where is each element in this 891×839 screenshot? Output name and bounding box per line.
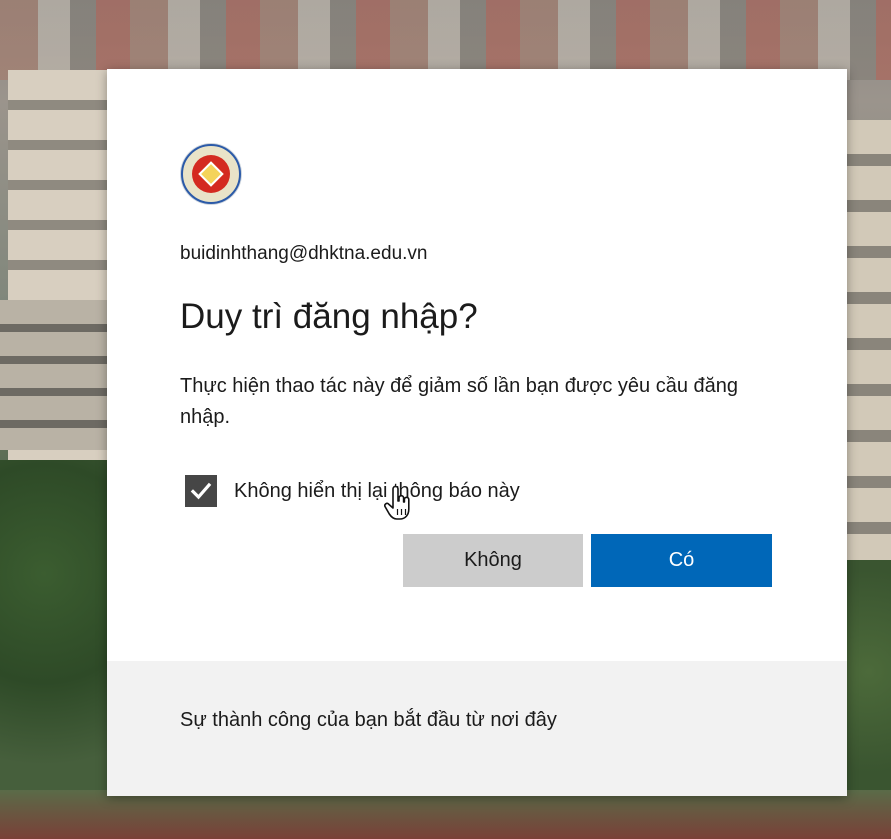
dialog-footer: Sự thành công của bạn bắt đầu từ nơi đây: [107, 661, 847, 796]
dialog-description: Thực hiện thao tác này để giảm số lần bạ…: [180, 375, 739, 428]
background-building-right: [846, 120, 891, 560]
background-rooftops: [0, 0, 891, 80]
dont-show-again-label[interactable]: Không hiển thị lại thông báo này: [234, 480, 520, 503]
background-trees-left: [0, 460, 110, 839]
checkmark-icon: [190, 482, 212, 500]
no-button[interactable]: Không: [403, 534, 583, 587]
yes-button[interactable]: Có: [591, 534, 772, 587]
dont-show-again-row[interactable]: Không hiển thị lại thông báo này: [185, 475, 520, 507]
stay-signed-in-dialog: buidinhthang@dhktna.edu.vn Duy trì đăng …: [107, 69, 847, 796]
footer-tagline: Sự thành công của bạn bắt đầu từ nơi đây: [180, 709, 557, 731]
logo-emblem-icon: [198, 161, 224, 187]
logo-ring: [181, 144, 241, 204]
organization-logo: [180, 143, 242, 205]
dialog-title: Duy trì đăng nhập?: [180, 297, 478, 336]
background-ground: [0, 790, 891, 839]
background-building-left-lower: [0, 300, 108, 450]
dont-show-again-checkbox[interactable]: [185, 475, 217, 507]
hand-pointer-cursor-icon: [384, 485, 412, 529]
account-email: buidinhthang@dhktna.edu.vn: [180, 243, 428, 264]
logo-core: [192, 155, 230, 193]
